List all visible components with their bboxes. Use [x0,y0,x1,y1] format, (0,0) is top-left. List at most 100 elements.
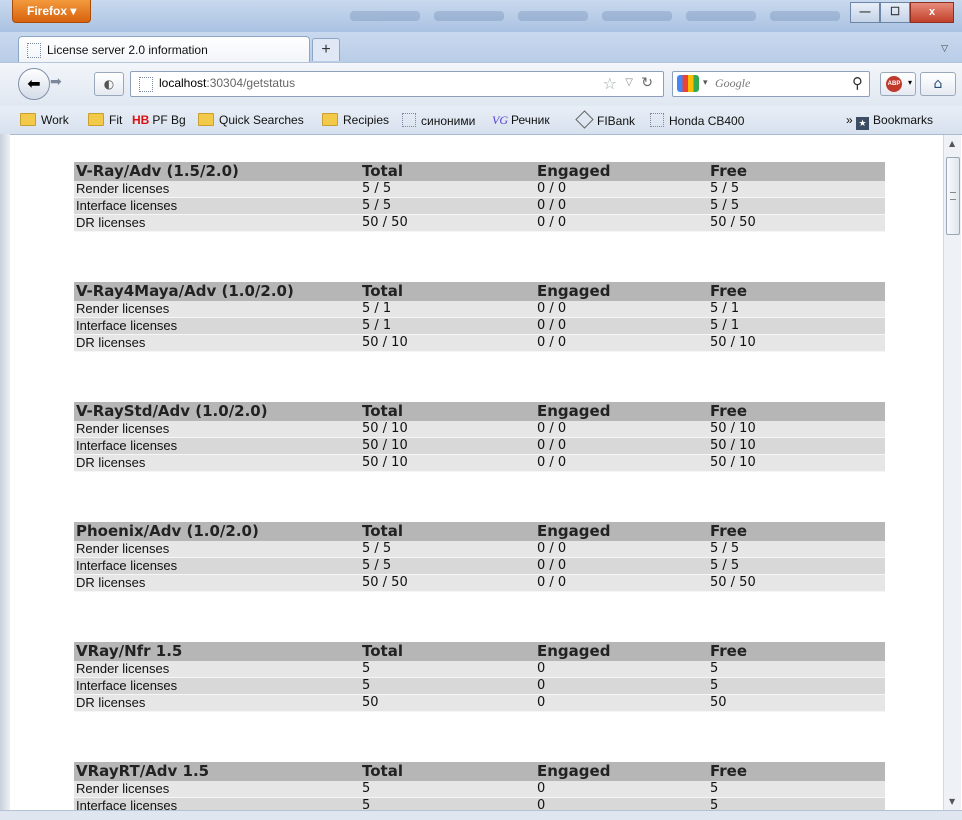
bookmark-star-icon[interactable]: ☆ [603,74,617,93]
product-table: VRay/Nfr 1.5 Total Engaged Free Render l… [74,642,885,712]
table-row: DR licenses 50 0 50 [74,695,885,712]
maximize-button[interactable]: ☐ [880,2,910,23]
hb-icon: HB [132,113,150,127]
product-header-row: V-Ray/Adv (1.5/2.0) Total Engaged Free [74,162,885,181]
history-dropdown-icon[interactable]: ▽ [625,77,633,88]
bookmark-label: Речник [511,113,550,127]
identity-button[interactable]: ◐ [94,72,124,96]
bookmark-honda-cb400[interactable]: Honda CB400 [650,113,744,128]
total-value: 50 / 10 [362,455,408,470]
tab-license-server[interactable]: License server 2.0 information [18,36,310,63]
table-row: DR licenses 50 / 50 0 / 0 50 / 50 [74,215,885,232]
engaged-value: 0 [537,695,546,710]
total-value: 5 / 5 [362,541,392,556]
chevron-down-icon: ▾ [703,78,708,88]
row-label: Render licenses [76,301,170,316]
total-value: 5 / 5 [362,181,392,196]
search-icon[interactable]: ⚲ [852,74,863,92]
search-bar[interactable]: ▾ Google ⚲ [672,71,870,97]
chevron-right-icon: » [846,113,853,127]
row-label: DR licenses [76,695,146,710]
bookmark-sinonimi[interactable]: синоними [402,113,475,128]
free-value: 5 [710,678,719,693]
bookmark-fit[interactable]: Fit [88,113,122,127]
grip-icon [950,192,956,200]
address-bar[interactable]: localhost:30304/getstatus ☆ ▽ ↻ [130,71,664,97]
product-name: VRay/Nfr 1.5 [76,642,183,660]
total-value: 50 / 10 [362,335,408,350]
table-row: Interface licenses 5 0 5 [74,678,885,695]
row-label: Render licenses [76,181,170,196]
adblock-plus-button[interactable]: ABP ▾ [880,72,916,96]
column-header-total: Total [362,762,403,780]
product-name: V-Ray4Maya/Adv (1.0/2.0) [76,282,294,300]
product-name: V-RayStd/Adv (1.0/2.0) [76,402,268,420]
column-header-total: Total [362,162,403,180]
bookmark-rechnik[interactable]: VG Речник [492,113,550,128]
tab-bar: License server 2.0 information + ▽ [0,32,962,63]
free-value: 50 / 10 [710,455,756,470]
engaged-value: 0 / 0 [537,301,567,316]
minimize-button[interactable]: — [850,2,880,23]
url-text: localhost:30304/getstatus [159,76,295,90]
tab-title: License server 2.0 information [47,43,208,57]
free-value: 5 [710,781,719,796]
scroll-up-icon[interactable]: ▲ [949,139,955,148]
bookmark-work[interactable]: Work [20,113,69,127]
column-header-engaged: Engaged [537,762,611,780]
page-content: V-Ray/Adv (1.5/2.0) Total Engaged Free R… [10,135,942,810]
bookmark-fibank[interactable]: FIBank [575,110,635,129]
product-table: V-RayStd/Adv (1.0/2.0) Total Engaged Fre… [74,402,885,472]
row-label: Interface licenses [76,318,178,333]
vg-icon: VG [492,113,508,127]
bookmark-quick-searches[interactable]: Quick Searches [198,113,304,127]
page-icon [402,113,416,127]
new-tab-button[interactable]: + [312,38,340,61]
forward-button[interactable]: ➡ [50,74,62,90]
vertical-scrollbar[interactable]: ▲ ▼ [943,135,961,810]
close-button[interactable]: x [910,2,954,23]
column-header-free: Free [710,282,748,300]
column-header-free: Free [710,522,748,540]
product-table: VRayRT/Adv 1.5 Total Engaged Free Render… [74,762,885,810]
scrollbar-thumb[interactable] [946,157,960,235]
total-value: 5 [362,678,371,693]
bookmarks-star-icon: ★ [856,117,870,130]
search-placeholder: Google [715,76,751,90]
row-label: DR licenses [76,455,146,470]
google-engine-icon[interactable] [677,75,699,92]
product-table: Phoenix/Adv (1.0/2.0) Total Engaged Free… [74,522,885,592]
url-host: localhost [159,76,207,90]
total-value: 5 / 1 [362,318,392,333]
bookmark-label: синоними [421,114,476,128]
product-name: V-Ray/Adv (1.5/2.0) [76,162,239,180]
bookmark-recipies[interactable]: Recipies [322,113,389,127]
column-header-engaged: Engaged [537,402,611,420]
bookmarks-menu-button[interactable]: » ★ Bookmarks [846,113,933,130]
engaged-value: 0 [537,678,546,693]
free-value: 5 / 5 [710,541,740,556]
home-button[interactable]: ⌂ [920,72,956,96]
scroll-down-icon[interactable]: ▼ [949,797,955,806]
free-value: 5 [710,798,719,810]
back-button[interactable]: ⬅ [18,68,50,100]
bookmark-label: Honda CB400 [669,114,745,128]
folder-icon [198,113,214,126]
folder-icon [88,113,104,126]
reload-icon[interactable]: ↻ [641,75,653,91]
table-row: Render licenses 5 / 5 0 / 0 5 / 5 [74,181,885,198]
bookmark-label: Work [41,113,69,127]
row-label: Interface licenses [76,558,178,573]
column-header-free: Free [710,762,748,780]
product-name: Phoenix/Adv (1.0/2.0) [76,522,259,540]
engaged-value: 0 / 0 [537,421,567,436]
table-row: Interface licenses 5 / 5 0 / 0 5 / 5 [74,198,885,215]
list-all-tabs-icon[interactable]: ▽ [941,44,948,54]
total-value: 5 [362,781,371,796]
free-value: 50 / 50 [710,215,756,230]
free-value: 5 [710,661,719,676]
firefox-menu-button[interactable]: Firefox ▾ [12,0,92,23]
column-header-total: Total [362,522,403,540]
bookmark-pf-bg[interactable]: HB PF Bg [132,113,186,127]
engaged-value: 0 / 0 [537,215,567,230]
